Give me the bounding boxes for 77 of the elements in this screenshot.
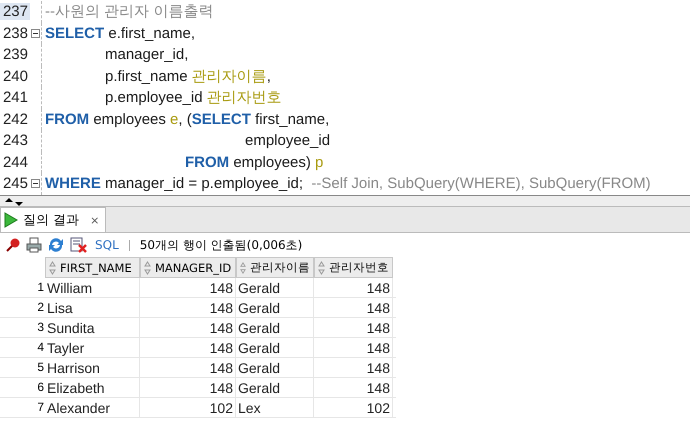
table-cell: 148: [366, 300, 390, 316]
line-number: 239: [2, 46, 29, 64]
table-cell: 148: [210, 380, 233, 396]
row-number: 1: [36, 279, 45, 296]
sort-icon: [318, 260, 325, 274]
table-cell: Gerald: [238, 280, 280, 296]
close-button[interactable]: ×: [90, 214, 100, 226]
printer-icon[interactable]: [26, 237, 42, 253]
code-line: --사원의 관리자 이름출력: [41, 1, 214, 22]
table-cell: William: [47, 280, 92, 296]
row-number: 6: [36, 379, 45, 396]
code-line: SELECT e.first_name,: [41, 22, 196, 44]
code-line: FROM employees) p: [41, 152, 324, 173]
sql-link[interactable]: SQL: [95, 238, 119, 252]
row-number: 4: [36, 339, 45, 356]
line-number: 244: [2, 154, 29, 171]
table-cell: 148: [210, 300, 233, 316]
table-cell: 148: [366, 280, 390, 296]
clear-grid-icon[interactable]: [70, 237, 88, 253]
table-cell: Sundita: [47, 320, 94, 336]
table-cell: 102: [366, 400, 390, 416]
column-label: 관리자번호: [329, 260, 389, 275]
code-line: p.employee_id 관리자번호: [41, 87, 282, 108]
sort-icon: [240, 260, 246, 274]
column-header[interactable]: MANAGER_ID: [140, 257, 236, 278]
sort-icon: [144, 260, 151, 274]
line-number: 245: [2, 175, 29, 192]
collapse-icon[interactable]: [31, 28, 40, 38]
table-cell: 102: [210, 400, 233, 416]
column-header[interactable]: 관리자번호: [314, 257, 393, 278]
row-number: 7: [36, 399, 45, 416]
table-cell: Tayler: [47, 340, 84, 356]
code-line: manager_id,: [41, 44, 188, 66]
table-cell: Gerald: [238, 340, 280, 356]
table-cell: 148: [366, 340, 390, 356]
column-label: MANAGER_ID: [155, 260, 232, 274]
line-number: 238: [2, 24, 29, 42]
column-label: 관리자이름: [250, 260, 310, 275]
column-label: FIRST_NAME: [60, 260, 132, 274]
table-cell: Gerald: [238, 300, 280, 316]
table-cell: Alexander: [47, 400, 110, 416]
table-cell: 148: [366, 380, 390, 396]
code-line: employee_id: [41, 130, 330, 152]
tab-label: 질의 결과: [23, 212, 80, 229]
line-number: 242: [2, 110, 29, 128]
table-cell: Gerald: [238, 320, 280, 336]
column-header[interactable]: FIRST_NAME: [45, 257, 140, 278]
line-number: 241: [2, 89, 29, 106]
collapse-icon[interactable]: [31, 179, 40, 188]
table-cell: Harrison: [47, 360, 100, 376]
results-tab[interactable]: 질의 결과 ×: [0, 207, 106, 232]
line-number: 243: [2, 132, 29, 150]
line-number: 237: [0, 3, 30, 20]
row-number: 3: [36, 319, 45, 336]
table-cell: 148: [366, 320, 390, 336]
splitter-arrows-icon[interactable]: [4, 198, 24, 206]
code-line: p.first_name 관리자이름,: [41, 66, 271, 87]
table-cell: 148: [210, 340, 233, 356]
table-cell: 148: [210, 360, 233, 376]
sort-icon: [49, 260, 56, 274]
row-number: 2: [36, 299, 45, 316]
row-number: 5: [36, 359, 45, 376]
refresh-icon[interactable]: [47, 237, 65, 253]
table-cell: Gerald: [238, 360, 280, 376]
table-cell: Lex: [238, 400, 261, 416]
table-cell: 148: [210, 320, 233, 336]
table-cell: Lisa: [47, 300, 73, 316]
line-number: 240: [2, 68, 29, 85]
code-line: FROM employees e, (SELECT first_name,: [41, 108, 330, 130]
status-text: 50개의 행이 인출됨(0,006초): [140, 236, 302, 254]
table-cell: Elizabeth: [47, 380, 105, 396]
pin-icon[interactable]: [5, 237, 21, 253]
table-cell: 148: [366, 360, 390, 376]
play-icon: [4, 212, 18, 228]
table-cell: 148: [210, 280, 233, 296]
table-cell: Gerald: [238, 380, 280, 396]
column-header[interactable]: 관리자이름: [236, 257, 314, 278]
